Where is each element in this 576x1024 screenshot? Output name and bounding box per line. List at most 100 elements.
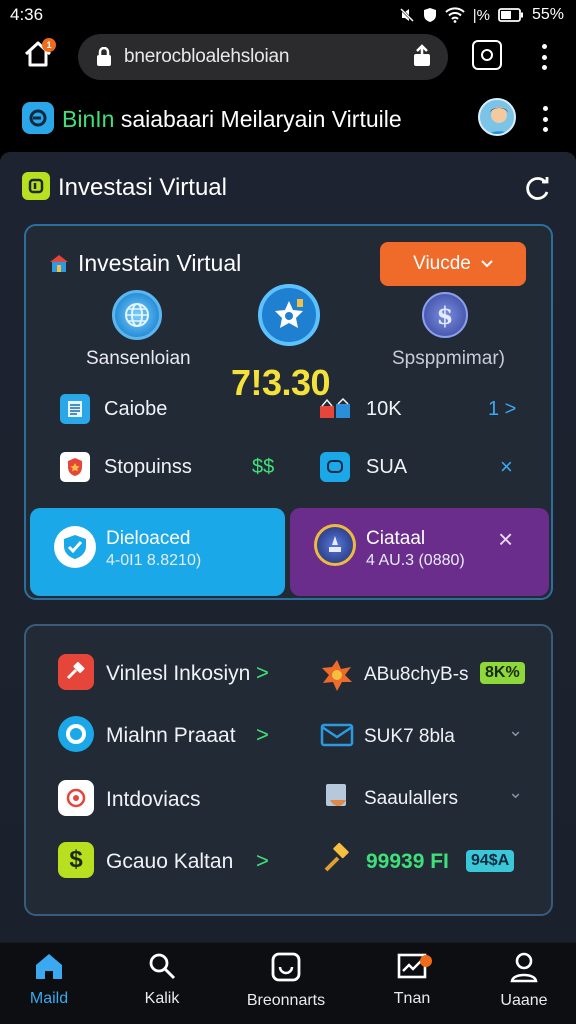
- lock-icon: [97, 47, 111, 66]
- row-link[interactable]: 1 >: [488, 398, 516, 421]
- search-icon: [149, 953, 176, 980]
- main-content: Investasi Virtual Investain Virtual Viuc…: [0, 152, 576, 942]
- envelope-icon: [320, 723, 354, 747]
- url-text: bnerocbloalehsloian: [124, 46, 290, 67]
- cup-icon: [326, 784, 346, 806]
- nav-label: Kalik: [144, 990, 180, 1007]
- menu-item-label[interactable]: ABu8chyB-s: [364, 664, 469, 686]
- battery-level: 55%: [531, 6, 564, 23]
- nav-label: Uaane: [500, 992, 548, 1009]
- home-icon: [36, 954, 62, 979]
- tabs-button[interactable]: [472, 40, 502, 70]
- row-label: Caiobe: [104, 398, 168, 420]
- medal-icon: [314, 524, 356, 566]
- app-logo-icon[interactable]: [22, 102, 54, 134]
- browser-toolbar: 1 bnerocbloalehsloian: [0, 30, 576, 88]
- profit-tile[interactable]: Dieloaced 4-0I1 8.8210): [30, 508, 285, 596]
- nav-home[interactable]: Maild: [0, 951, 99, 1021]
- battery-icon: [498, 8, 523, 22]
- tile-title: Ciataal: [366, 528, 426, 549]
- filter-dropdown[interactable]: Viucde: [380, 242, 526, 286]
- refresh-icon[interactable]: [524, 174, 552, 202]
- dropdown-label: Viucde: [413, 253, 471, 274]
- coin-label: Sansenloian: [86, 348, 191, 369]
- menu-item-label[interactable]: Saaulallers: [364, 788, 458, 810]
- building-icon: [50, 255, 68, 272]
- percent-badge: 8K%: [480, 662, 525, 684]
- chevron-right-icon[interactable]: >: [256, 848, 269, 874]
- starburst-icon: [322, 660, 352, 691]
- tab-circle-icon: [481, 49, 493, 61]
- tile-title: Dieloaced: [106, 528, 191, 549]
- star-badge-icon[interactable]: [258, 284, 320, 346]
- chevron-down-icon: [481, 260, 493, 268]
- investment-card: Investain Virtual Viucde Sansenloian 7!3…: [24, 224, 553, 600]
- bottom-navigation: Maild Kalik Breonnarts Tnan Uaane: [0, 942, 576, 1024]
- status-icons: |% 55%: [399, 6, 564, 24]
- basket-icon: [320, 398, 350, 418]
- row-label: Stopuinss: [104, 456, 192, 478]
- coin-label: Spsppmimar): [392, 348, 505, 369]
- user-icon: [510, 952, 538, 983]
- check-shield-icon: [54, 526, 96, 568]
- chat-icon: [320, 452, 350, 482]
- nav-trade[interactable]: Tnan: [362, 951, 462, 1021]
- investment-icon: [22, 172, 50, 200]
- portfolio-value: 7!3.30: [231, 362, 331, 403]
- section-header: Investasi Virtual: [22, 170, 554, 204]
- mute-icon: [399, 8, 414, 22]
- menu-item-label[interactable]: Mialnn Praaat: [106, 724, 236, 748]
- nav-label: Maild: [29, 990, 69, 1007]
- wifi-icon: [445, 7, 465, 23]
- nav-label: Tnan: [393, 990, 431, 1007]
- menu-item-label[interactable]: Intdoviacs: [106, 788, 201, 812]
- ring-icon: [58, 716, 94, 752]
- nav-label: Breonnarts: [246, 992, 326, 1009]
- chevron-right-icon[interactable]: >: [256, 722, 269, 748]
- tile-subtitle: 4 AU.3 (0880): [366, 552, 465, 569]
- status-time: 4:36: [10, 5, 44, 24]
- app-title: BinIn saiabaari Meilaryain Virtuile: [62, 106, 402, 132]
- card-title: Investain Virtual: [78, 250, 242, 276]
- target-card-icon: [58, 780, 94, 816]
- address-bar[interactable]: bnerocbloalehsloian: [78, 34, 448, 80]
- nav-portfolio[interactable]: Breonnarts: [236, 951, 336, 1021]
- menu-card: Vinlesl Inkosiyn > ABu8chyB-s 8K% Mialnn…: [24, 624, 553, 916]
- dollar-coin-icon[interactable]: $: [422, 292, 468, 338]
- nav-search[interactable]: Kalik: [112, 951, 212, 1021]
- shield-icon: [423, 8, 436, 22]
- chevron-right-icon[interactable]: >: [256, 660, 269, 686]
- notification-badge: 1: [42, 38, 56, 52]
- status-bar: 4:36 |% 55%: [0, 0, 576, 30]
- hammer-gold-icon: [324, 842, 349, 872]
- signal-text: |%: [472, 6, 490, 24]
- menu-item-label[interactable]: Gcauo Kaltan: [106, 850, 233, 874]
- app-header: BinIn saiabaari Meilaryain Virtuile: [0, 88, 576, 150]
- section-title: Investasi Virtual: [58, 174, 227, 201]
- capital-tile[interactable]: Ciataal 4 AU.3 (0880) ×: [290, 508, 549, 596]
- tile-subtitle: 4-0I1 8.8210): [106, 552, 202, 569]
- menu-item-label[interactable]: Vinlesl Inkosiyn: [106, 662, 250, 686]
- document-icon: [60, 394, 90, 424]
- percent-badge: 94$A: [466, 850, 515, 872]
- row-accent: $$: [252, 456, 275, 478]
- portfolio-icon: [271, 952, 301, 982]
- row-value: 10K: [366, 398, 402, 420]
- menu-item-label[interactable]: 99939 FI: [366, 850, 449, 874]
- avatar[interactable]: [478, 98, 516, 136]
- close-icon[interactable]: ×: [500, 454, 513, 480]
- chevron-down-icon[interactable]: ⌄: [508, 720, 523, 741]
- chevron-down-icon[interactable]: ⌄: [508, 782, 523, 803]
- globe-icon[interactable]: [112, 290, 162, 340]
- hammer-icon: [58, 654, 94, 690]
- menu-item-label[interactable]: SUK7 8bla: [364, 726, 455, 748]
- nav-user[interactable]: Uaane: [474, 951, 574, 1021]
- dollar-icon: $: [58, 842, 94, 878]
- row-value: SUA: [366, 456, 408, 478]
- browser-menu-button[interactable]: [541, 44, 547, 70]
- trade-notification-badge: [420, 955, 432, 967]
- tile-close-icon[interactable]: ×: [498, 524, 513, 555]
- shield-star-icon: [60, 452, 90, 482]
- share-icon[interactable]: [412, 44, 432, 68]
- app-menu-button[interactable]: [542, 106, 548, 132]
